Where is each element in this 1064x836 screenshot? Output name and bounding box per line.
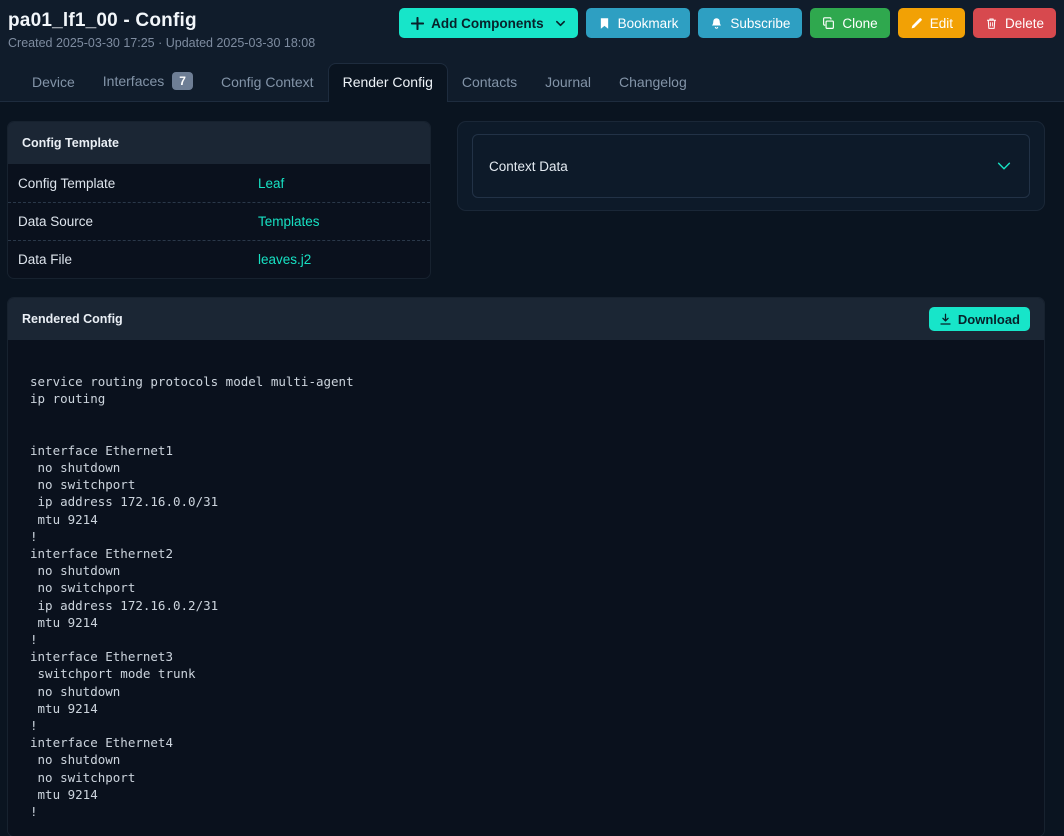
table-row: Config Template Leaf	[8, 164, 430, 202]
attr-label-data-source: Data Source	[18, 214, 94, 229]
tab-changelog[interactable]: Changelog	[605, 64, 701, 101]
tab-changelog-label: Changelog	[619, 74, 687, 90]
edit-button[interactable]: Edit	[897, 8, 965, 38]
page-header: pa01_lf1_00 - Config Created 2025-03-30 …	[0, 0, 1064, 102]
table-row: Data File leaves.j2	[8, 240, 430, 278]
rendered-config-text: service routing protocols model multi-ag…	[30, 374, 354, 820]
created-updated-timestamps: Created 2025-03-30 17:25 · Updated 2025-…	[8, 36, 316, 50]
tab-device-label: Device	[32, 74, 75, 90]
clone-label: Clone	[842, 15, 878, 31]
context-data-accordion-toggle[interactable]: Context Data	[472, 134, 1030, 198]
tab-contacts-label: Contacts	[461, 74, 518, 90]
add-components-button[interactable]: Add Components	[399, 8, 578, 38]
tab-render-config[interactable]: Render Config	[327, 63, 448, 102]
bookmark-label: Bookmark	[617, 15, 679, 31]
attr-label-data-file: Data File	[18, 252, 73, 267]
main-content: Config Template Config Template Leaf Dat…	[0, 102, 1064, 836]
context-data-title: Context Data	[489, 158, 568, 174]
rendered-config-card-title: Rendered Config	[22, 312, 123, 326]
download-icon	[939, 313, 952, 326]
tab-contacts[interactable]: Contacts	[448, 64, 531, 101]
config-template-card: Config Template Config Template Leaf Dat…	[8, 122, 430, 278]
delete-button[interactable]: Delete	[972, 8, 1056, 38]
bookmark-button[interactable]: Bookmark	[585, 8, 691, 38]
download-button[interactable]: Download	[928, 307, 1030, 331]
trash-icon	[985, 17, 998, 30]
config-template-card-header: Config Template	[8, 122, 430, 164]
attr-label-config-template: Config Template	[18, 175, 116, 191]
config-template-link[interactable]: Leaf	[258, 176, 284, 191]
config-template-card-title: Config Template	[22, 136, 119, 150]
action-toolbar: Add Components Bookmark Subscribe Clone …	[399, 8, 1056, 38]
tab-config-context[interactable]: Config Context	[207, 64, 328, 101]
bookmark-icon	[598, 17, 611, 30]
copy-icon	[822, 16, 835, 30]
tab-device[interactable]: Device	[18, 64, 89, 101]
tab-interfaces-label: Interfaces	[102, 73, 165, 89]
chevron-down-icon	[555, 18, 566, 29]
subscribe-label: Subscribe	[730, 15, 791, 31]
subscribe-button[interactable]: Subscribe	[698, 8, 803, 38]
edit-label: Edit	[929, 15, 953, 31]
download-label: Download	[957, 311, 1020, 327]
config-template-attr-table: Config Template Leaf Data Source Templat…	[8, 164, 430, 278]
tab-journal-label: Journal	[545, 74, 592, 90]
rendered-config-body: service routing protocols model multi-ag…	[8, 340, 1044, 836]
table-row: Data Source Templates	[8, 202, 430, 240]
tab-config-context-label: Config Context	[220, 74, 314, 90]
clone-button[interactable]: Clone	[810, 8, 890, 38]
rendered-config-card-header: Rendered Config Download	[8, 298, 1044, 340]
data-source-link[interactable]: Templates	[258, 214, 320, 229]
context-data-card: Context Data	[458, 122, 1044, 210]
delete-label: Delete	[1004, 15, 1044, 31]
chevron-down-icon	[995, 157, 1013, 175]
bell-icon	[710, 17, 723, 30]
tab-journal[interactable]: Journal	[531, 64, 605, 101]
rendered-config-card: Rendered Config Download service routing…	[8, 298, 1044, 836]
interfaces-count-badge: 7	[172, 72, 193, 90]
tab-interfaces[interactable]: Interfaces 7	[89, 62, 207, 101]
pencil-icon	[910, 17, 923, 30]
data-file-link[interactable]: leaves.j2	[258, 252, 311, 267]
tab-render-config-label: Render Config	[342, 74, 433, 90]
add-components-label: Add Components	[431, 15, 544, 31]
tab-bar: Device Interfaces 7 Config Context Rende…	[8, 62, 1056, 102]
plus-icon	[411, 16, 425, 30]
